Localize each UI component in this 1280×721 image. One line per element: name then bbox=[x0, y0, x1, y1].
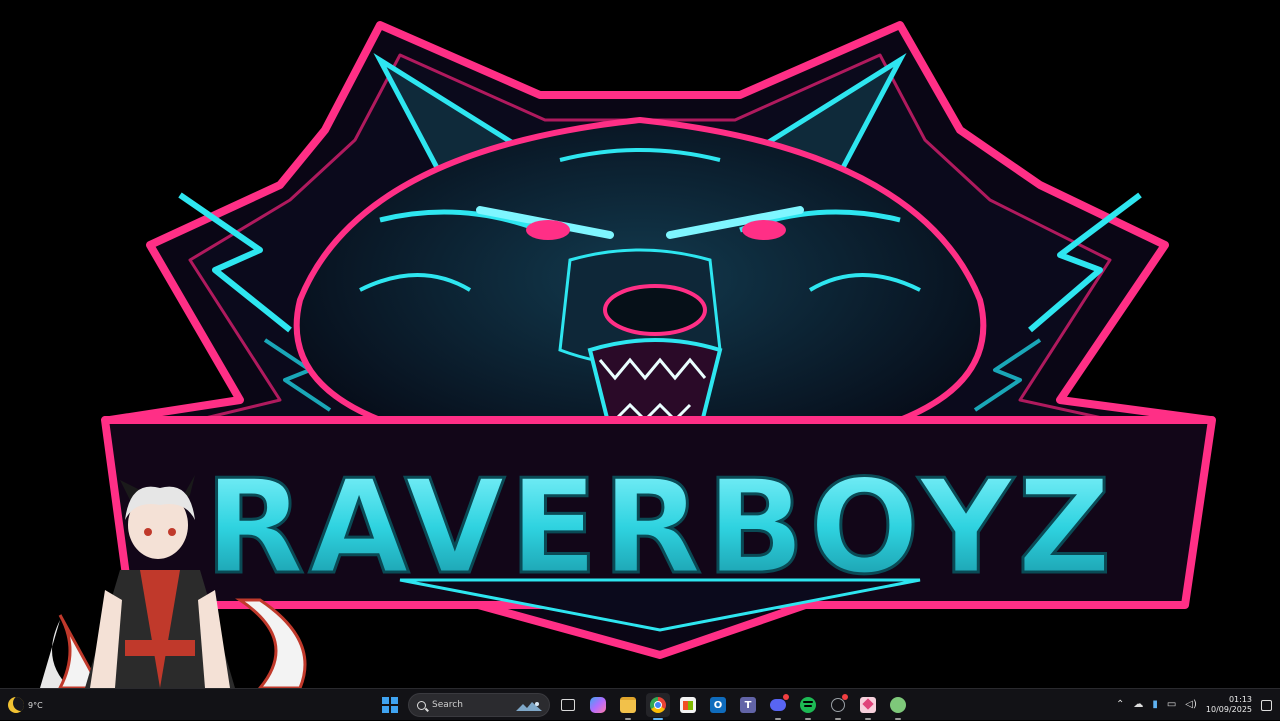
wolf-eye-left bbox=[526, 220, 570, 240]
file-explorer-icon bbox=[620, 697, 636, 713]
weather-temp: 9°C bbox=[28, 700, 43, 710]
copilot-icon bbox=[590, 697, 606, 713]
logo-text: RAVERBOYZ bbox=[205, 451, 1116, 603]
outlook-icon: O bbox=[710, 697, 726, 713]
clock-app-icon bbox=[831, 694, 848, 712]
chrome-button[interactable] bbox=[646, 693, 670, 720]
file-explorer-button[interactable] bbox=[616, 693, 640, 720]
task-view-icon bbox=[561, 699, 575, 711]
paint-button[interactable] bbox=[856, 693, 880, 720]
clock-time: 01:13 bbox=[1228, 695, 1252, 704]
xbox-icon bbox=[890, 697, 906, 713]
chevron-up-icon[interactable]: ⌃ bbox=[1116, 700, 1124, 710]
microsoft-store-icon bbox=[680, 697, 696, 713]
task-view-button[interactable] bbox=[556, 693, 580, 717]
discord-button[interactable] bbox=[766, 693, 790, 720]
search-input[interactable] bbox=[432, 700, 512, 710]
speaker-icon[interactable]: ◁) bbox=[1185, 700, 1197, 710]
weather-widget[interactable]: 9°C bbox=[8, 693, 43, 717]
outlook-button[interactable]: O bbox=[706, 693, 730, 717]
network-icon[interactable]: ▭ bbox=[1167, 700, 1176, 710]
wolf-eye-right bbox=[742, 220, 786, 240]
spotify-button[interactable] bbox=[796, 693, 820, 720]
clock-date: 10/09/2025 bbox=[1205, 705, 1252, 714]
discord-icon bbox=[770, 694, 789, 711]
raverboyz-logo: RAVERBOYZ bbox=[40, 21, 1216, 688]
search-box[interactable] bbox=[408, 693, 550, 717]
taskbar: 9°C Search O T ⌃ ☁ ▮ ▭ ◁) 01:13 10/09/20… bbox=[0, 688, 1280, 720]
clock-app-button[interactable] bbox=[826, 693, 850, 720]
search-highlight-icon bbox=[516, 702, 542, 711]
xbox-button[interactable] bbox=[886, 693, 910, 720]
taskbar-apps: O T bbox=[378, 689, 910, 721]
chrome-icon bbox=[650, 697, 666, 713]
copilot-button[interactable] bbox=[586, 693, 610, 717]
notification-icon[interactable] bbox=[1261, 699, 1272, 711]
teams-icon: T bbox=[740, 697, 756, 713]
search-icon bbox=[417, 700, 426, 710]
microsoft-store-button[interactable] bbox=[676, 693, 700, 717]
windows-logo-icon bbox=[382, 697, 398, 713]
start-button[interactable] bbox=[378, 693, 402, 717]
spotify-icon bbox=[800, 697, 816, 713]
clock[interactable]: 01:13 10/09/2025 bbox=[1206, 695, 1252, 715]
desktop-wallpaper: RAVERBOYZ bbox=[0, 0, 1280, 688]
moon-icon bbox=[8, 697, 24, 713]
teams-button[interactable]: T bbox=[736, 693, 760, 717]
onedrive-icon[interactable]: ☁ bbox=[1133, 700, 1143, 710]
wolf-nose bbox=[603, 284, 707, 336]
paint-icon bbox=[860, 697, 876, 713]
system-tray: ⌃ ☁ ▮ ▭ ◁) 01:13 10/09/2025 bbox=[1116, 689, 1272, 721]
microphone-icon[interactable]: ▮ bbox=[1152, 700, 1158, 710]
